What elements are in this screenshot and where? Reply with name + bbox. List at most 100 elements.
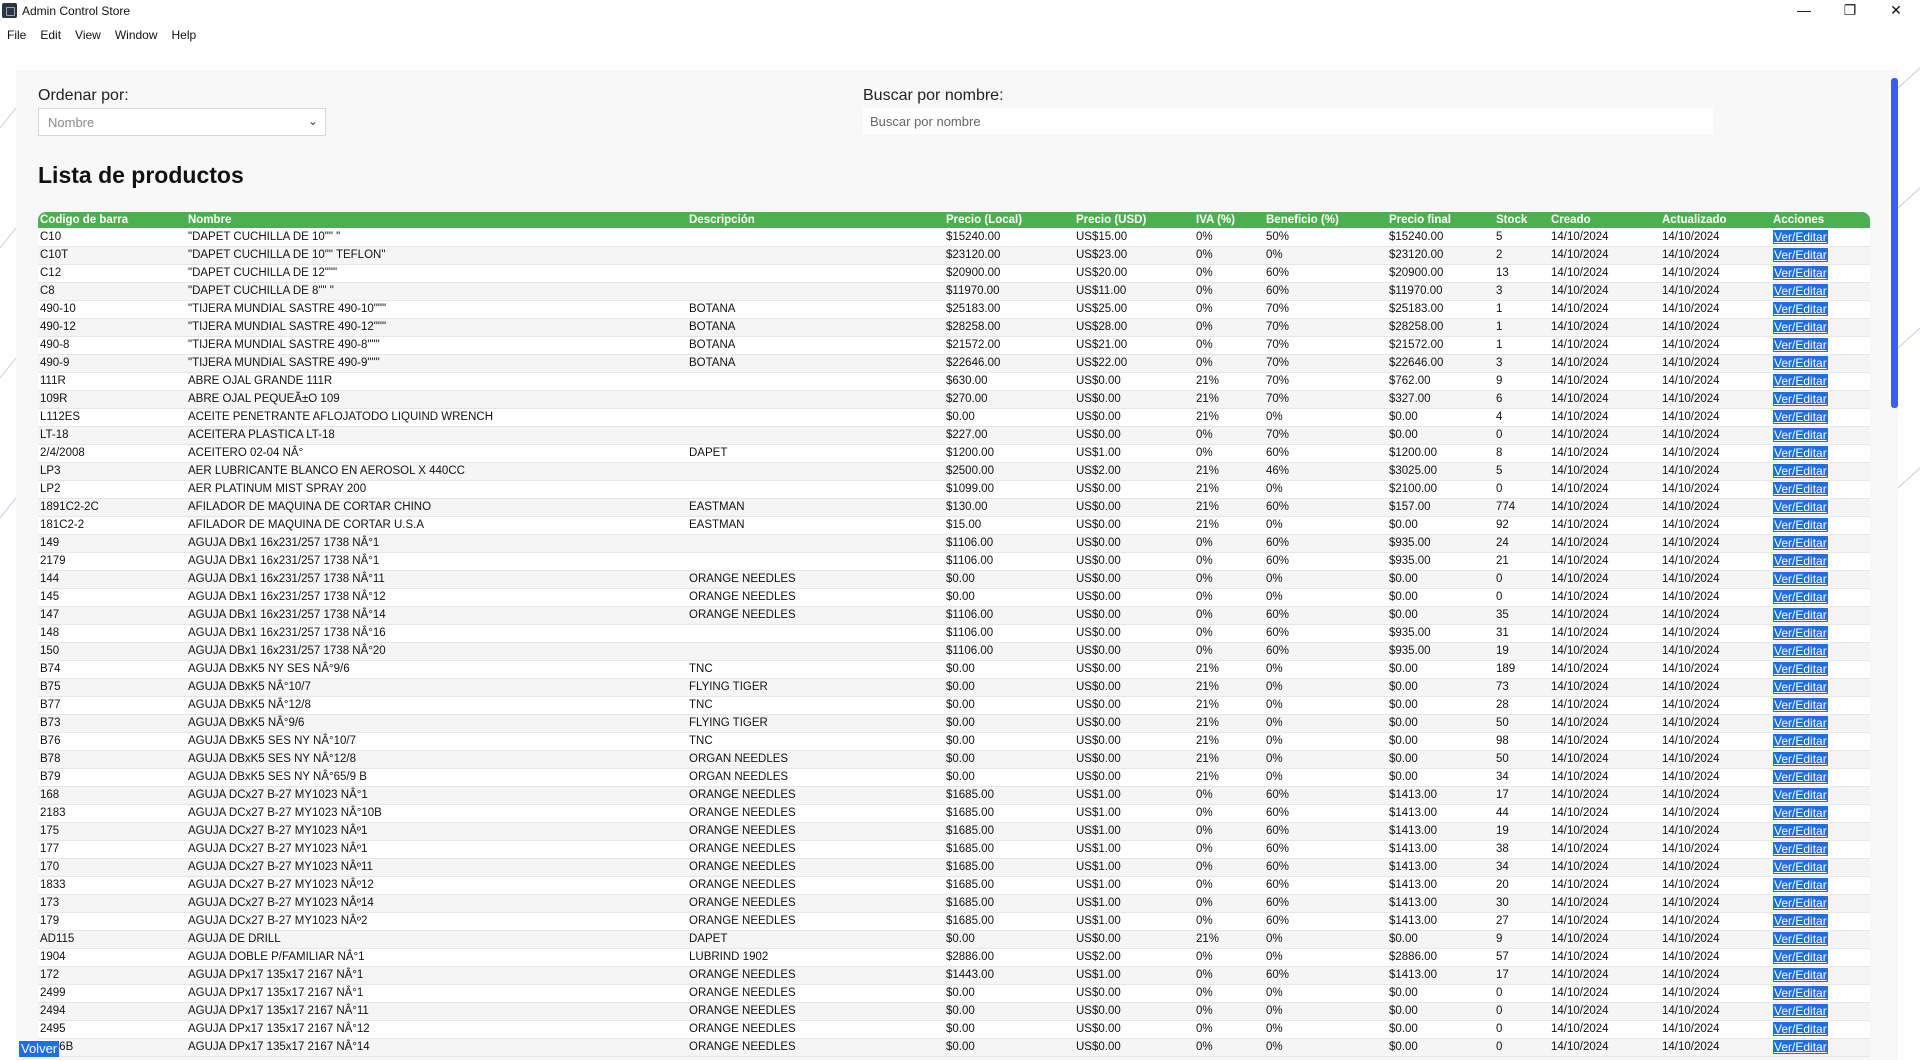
- edit-button[interactable]: Ver/Editar: [1773, 824, 1828, 838]
- edit-button[interactable]: Ver/Editar: [1773, 284, 1828, 298]
- edit-button[interactable]: Ver/Editar: [1773, 806, 1828, 820]
- usd-price-cell: US$23.00: [1074, 246, 1194, 265]
- created-cell: 14/10/2024: [1549, 552, 1660, 571]
- edit-button[interactable]: Ver/Editar: [1773, 770, 1828, 784]
- name-cell: AER LUBRICANTE BLANCO EN AEROSOL X 440CC: [186, 462, 687, 481]
- description-cell: [687, 480, 944, 499]
- edit-button[interactable]: Ver/Editar: [1773, 1022, 1828, 1036]
- table-row: AD115 AGUJA DE DRILL DAPET $0.00 US$0.00 21% 0…: [38, 930, 1870, 949]
- description-cell: [687, 390, 944, 409]
- edit-button[interactable]: Ver/Editar: [1773, 1040, 1828, 1054]
- scrollbar-thumb[interactable]: [1891, 78, 1898, 408]
- created-cell: 14/10/2024: [1549, 714, 1660, 733]
- minimize-button[interactable]: —: [1781, 0, 1827, 22]
- final-price-cell: $3025.00: [1387, 462, 1494, 481]
- menu-view[interactable]: View: [68, 26, 108, 46]
- close-button[interactable]: ✕: [1873, 0, 1919, 22]
- edit-button[interactable]: Ver/Editar: [1773, 266, 1828, 280]
- updated-cell: 14/10/2024: [1660, 660, 1771, 679]
- products-table: Codigo de barra Nombre Descripción Precio (…: [38, 212, 1870, 1057]
- actions-cell: Ver/Editar: [1771, 1038, 1870, 1057]
- edit-button[interactable]: Ver/Editar: [1773, 392, 1828, 406]
- edit-button[interactable]: Ver/Editar: [1773, 716, 1828, 730]
- stock-cell: 0: [1494, 570, 1549, 589]
- usd-price-cell: US$0.00: [1074, 678, 1194, 697]
- menu-file[interactable]: File: [0, 26, 33, 46]
- edit-button[interactable]: Ver/Editar: [1773, 518, 1828, 532]
- edit-button[interactable]: Ver/Editar: [1773, 842, 1828, 856]
- edit-button[interactable]: Ver/Editar: [1773, 464, 1828, 478]
- usd-price-cell: US$0.00: [1074, 768, 1194, 787]
- edit-button[interactable]: Ver/Editar: [1773, 320, 1828, 334]
- description-cell: DAPET: [687, 930, 944, 949]
- final-price-cell: $1413.00: [1387, 912, 1494, 931]
- edit-button[interactable]: Ver/Editar: [1773, 338, 1828, 352]
- edit-button[interactable]: Ver/Editar: [1773, 680, 1828, 694]
- edit-button[interactable]: Ver/Editar: [1773, 950, 1828, 964]
- edit-button[interactable]: Ver/Editar: [1773, 482, 1828, 496]
- back-button[interactable]: Volver: [19, 1041, 60, 1057]
- created-cell: 14/10/2024: [1549, 1002, 1660, 1021]
- profit-cell: 60%: [1264, 606, 1387, 625]
- created-cell: 14/10/2024: [1549, 534, 1660, 553]
- search-input[interactable]: [863, 108, 1713, 134]
- table-row: 2496BAGUJA DPx17 135x17 2167 NÂ°14ORANGE…: [38, 1038, 1870, 1057]
- edit-button[interactable]: Ver/Editar: [1773, 968, 1828, 982]
- edit-button[interactable]: Ver/Editar: [1773, 608, 1828, 622]
- created-cell: 14/10/2024: [1549, 282, 1660, 301]
- edit-button[interactable]: Ver/Editar: [1773, 248, 1828, 262]
- edit-button[interactable]: Ver/Editar: [1773, 914, 1828, 928]
- local-price-cell: $15.00: [944, 516, 1074, 535]
- edit-button[interactable]: Ver/Editar: [1773, 878, 1828, 892]
- edit-button[interactable]: Ver/Editar: [1773, 986, 1828, 1000]
- iva-cell: 21%: [1194, 480, 1264, 499]
- iva-cell: 0%: [1194, 426, 1264, 445]
- actions-cell: Ver/Editar: [1771, 426, 1870, 445]
- edit-button[interactable]: Ver/Editar: [1773, 644, 1828, 658]
- edit-button[interactable]: Ver/Editar: [1773, 662, 1828, 676]
- edit-button[interactable]: Ver/Editar: [1773, 734, 1828, 748]
- iva-cell: 21%: [1194, 516, 1264, 535]
- menu-help[interactable]: Help: [165, 26, 204, 46]
- actions-cell: Ver/Editar: [1771, 300, 1870, 319]
- actions-cell: Ver/Editar: [1771, 1020, 1870, 1039]
- local-price-cell: $21572.00: [944, 336, 1074, 355]
- edit-button[interactable]: Ver/Editar: [1773, 229, 1828, 244]
- edit-button[interactable]: Ver/Editar: [1773, 1004, 1828, 1018]
- stock-cell: 3: [1494, 282, 1549, 301]
- stock-cell: 1: [1494, 336, 1549, 355]
- edit-button[interactable]: Ver/Editar: [1773, 626, 1828, 640]
- maximize-button[interactable]: ❐: [1827, 0, 1873, 22]
- edit-button[interactable]: Ver/Editar: [1773, 500, 1828, 514]
- local-price-cell: $15240.00: [944, 228, 1074, 247]
- edit-button[interactable]: Ver/Editar: [1773, 590, 1828, 604]
- edit-button[interactable]: Ver/Editar: [1773, 932, 1828, 946]
- edit-button[interactable]: Ver/Editar: [1773, 554, 1828, 568]
- updated-cell: 14/10/2024: [1660, 426, 1771, 445]
- edit-button[interactable]: Ver/Editar: [1773, 860, 1828, 874]
- edit-button[interactable]: Ver/Editar: [1773, 698, 1828, 712]
- edit-button[interactable]: Ver/Editar: [1773, 752, 1828, 766]
- edit-button[interactable]: Ver/Editar: [1773, 356, 1828, 370]
- updated-cell: 14/10/2024: [1660, 570, 1771, 589]
- menu-window[interactable]: Window: [108, 26, 165, 46]
- description-cell: DAPET: [687, 444, 944, 463]
- stock-cell: 5: [1494, 462, 1549, 481]
- name-cell: AGUJA DBx1 16x231/257 1738 NÂ°1: [186, 534, 687, 553]
- edit-button[interactable]: Ver/Editar: [1773, 446, 1828, 460]
- menu-edit[interactable]: Edit: [33, 26, 68, 46]
- description-cell: BOTANA: [687, 336, 944, 355]
- edit-button[interactable]: Ver/Editar: [1773, 572, 1828, 586]
- edit-button[interactable]: Ver/Editar: [1773, 536, 1828, 550]
- barcode-cell: 147: [38, 606, 186, 625]
- table-row: 144 AGUJA DBx1 16x231/257 1738 NÂ°11 ORANG…: [38, 570, 1870, 589]
- sort-select[interactable]: Nombre ⌄: [38, 108, 326, 136]
- edit-button[interactable]: Ver/Editar: [1773, 410, 1828, 424]
- edit-button[interactable]: Ver/Editar: [1773, 374, 1828, 388]
- name-cell: AGUJA DBxK5 SES NY NÂ°12/8: [186, 750, 687, 769]
- edit-button[interactable]: Ver/Editar: [1773, 788, 1828, 802]
- edit-button[interactable]: Ver/Editar: [1773, 302, 1828, 316]
- edit-button[interactable]: Ver/Editar: [1773, 896, 1828, 910]
- edit-button[interactable]: Ver/Editar: [1773, 428, 1828, 442]
- name-cell: ACEITE PENETRANTE AFLOJATODO LIQUIND WRE…: [186, 408, 687, 427]
